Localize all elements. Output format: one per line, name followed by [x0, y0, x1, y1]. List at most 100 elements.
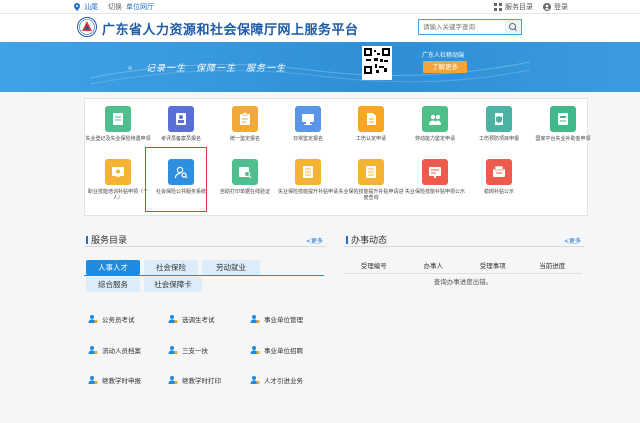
service-tile-label: 失业登记及失业保险待遇申领: [85, 136, 151, 142]
user-icon: [543, 3, 551, 11]
person-icon: [168, 376, 178, 385]
service-tile[interactable]: 失业保险技能提升补贴申请: [273, 159, 343, 195]
person-icon: [88, 376, 98, 385]
location-pin-icon: [74, 3, 80, 11]
service-link-label: 事业单位管理: [264, 316, 303, 324]
service-tile-label: 统一鉴定报名: [229, 136, 260, 142]
activity-divider: [344, 246, 584, 247]
activity-more-link[interactable]: <更多: [564, 236, 581, 245]
service-link[interactable]: 事业单位招聘: [250, 342, 322, 358]
service-link-label: 继教学时打印: [182, 377, 221, 385]
person-icon: [88, 346, 98, 355]
site-title: 广东省人力资源和社会保障厅网上服务平台: [102, 23, 359, 38]
service-tile-label: 失业保险技能提升补贴申请进度查询: [338, 189, 404, 201]
activity-title: 办事动态: [346, 233, 387, 246]
service-link[interactable]: 选调生考试: [168, 311, 240, 327]
service-tile-label: 劳动能力鉴定申请: [414, 136, 455, 142]
service-tile[interactable]: 国家平台失业补助金申领: [528, 106, 598, 142]
mobile-app-text: 广东人社移动端: [422, 52, 465, 59]
catalog-divider: [84, 246, 326, 247]
service-tile[interactable]: 劳动能力鉴定申请: [400, 106, 470, 142]
service-catalog-link[interactable]: 服务目录: [494, 2, 533, 12]
site-header: 广东省人力资源和社会保障厅网上服务平台: [0, 14, 640, 42]
tab-social-insurance[interactable]: 社会保险: [144, 260, 198, 275]
top-right-links: 服务目录 登录: [494, 2, 568, 12]
switch-location-link[interactable]: 切换: [108, 2, 122, 12]
people-icon: [422, 106, 448, 132]
service-tile-label: 工伤认定申请: [355, 136, 386, 142]
service-tile[interactable]: 考评员备案员报名: [146, 106, 216, 142]
service-tile[interactable]: 稳岗补贴公示: [464, 159, 534, 195]
search-button[interactable]: [505, 20, 521, 34]
service-tile-label: 自助打印单据在线验证: [219, 189, 270, 195]
service-link[interactable]: 人才引进业务: [250, 372, 322, 388]
col-accept-no: 受理编号: [360, 262, 387, 270]
grid-icon: [494, 3, 502, 11]
list-icon: [295, 159, 321, 185]
activity-table-header: 受理编号 办事人 受理事项 当前进度: [344, 258, 582, 274]
service-tile-label: 失业保险技能补贴申领公示: [404, 189, 465, 195]
site-logo-icon[interactable]: [77, 17, 97, 37]
unit-hall-link[interactable]: 单位网厅: [126, 2, 154, 12]
service-link[interactable]: 继教学时打印: [168, 372, 240, 388]
service-tile[interactable]: 失业登记及失业保险待遇申领: [83, 106, 153, 142]
person-icon: [250, 315, 260, 324]
col-applicant: 办事人: [423, 262, 444, 270]
search-icon: [509, 23, 517, 31]
document-icon: [358, 106, 384, 132]
service-link-label: 继教学时申报: [102, 377, 141, 385]
tab-talent[interactable]: 人事人才: [86, 260, 140, 275]
service-tile[interactable]: 职业技能培训补贴申领（个人）: [83, 159, 153, 201]
learn-more-button[interactable]: 了解更多: [423, 61, 467, 73]
location-name[interactable]: 汕尾: [84, 2, 98, 12]
service-link-label: 公务员考试: [102, 316, 135, 324]
service-link-label: 流动人员档案: [102, 347, 141, 355]
service-tile[interactable]: 自助打印单据在线验证: [210, 159, 280, 195]
service-tile-label: 职业技能培训补贴申领（个人）: [87, 189, 148, 201]
service-tile[interactable]: 失业保险技能提升补贴申请进度查询: [336, 159, 406, 201]
service-tile[interactable]: 工伤预防项目申报: [464, 106, 534, 142]
service-tile[interactable]: 工伤认定申请: [336, 106, 406, 142]
paper-icon: [550, 106, 576, 132]
service-tile-label: 工伤预防项目申报: [478, 136, 519, 142]
highlight-box: [145, 147, 207, 212]
catalog-title: 服务目录: [86, 233, 127, 246]
tab-underline: [84, 275, 324, 276]
col-item: 受理事项: [479, 262, 506, 270]
service-tile-label: 稳岗补贴公示: [483, 189, 514, 195]
service-tile[interactable]: 日常鉴定报名: [273, 106, 343, 142]
monitor-icon: [295, 106, 321, 132]
service-tile-label: 国家平台失业补助金申领: [535, 136, 591, 142]
box-icon: [486, 159, 512, 185]
service-tile-label: 失业保险技能提升补贴申请: [277, 189, 338, 195]
person-icon: [168, 346, 178, 355]
tab-social-security-card[interactable]: 社会保障卡: [144, 277, 202, 292]
person-icon: [250, 376, 260, 385]
catalog-more-link[interactable]: <更多: [306, 236, 323, 245]
search-input[interactable]: [419, 20, 503, 34]
service-link[interactable]: 流动人员档案: [88, 342, 160, 358]
service-link[interactable]: 事业单位管理: [250, 311, 322, 327]
activity-empty-message: 查询办事进度出错。: [433, 278, 493, 286]
tab-comprehensive[interactable]: 综合服务: [86, 277, 140, 292]
person-icon: [88, 315, 98, 324]
service-tile[interactable]: 统一鉴定报名: [210, 106, 280, 142]
tab-employment[interactable]: 劳动就业: [202, 260, 260, 275]
top-bar: 汕尾 切换 单位网厅 服务目录 登录: [0, 0, 640, 14]
login-link[interactable]: 登录: [543, 2, 568, 12]
service-tile[interactable]: 失业保险技能补贴申领公示: [400, 159, 470, 195]
service-link-label: 人才引进业务: [264, 377, 303, 385]
service-tile-label: 考评员备案员报名: [160, 136, 201, 142]
book-icon: [105, 106, 131, 132]
service-link-label: 选调生考试: [182, 316, 215, 324]
shield-file-icon: [486, 106, 512, 132]
service-link[interactable]: 三支一扶: [168, 342, 240, 358]
service-link[interactable]: 公务员考试: [88, 311, 160, 327]
qr-code-image: [362, 46, 392, 80]
certificate-icon: [105, 159, 131, 185]
service-tile-label: 日常鉴定报名: [292, 136, 323, 142]
service-catalog-label: 服务目录: [505, 3, 533, 11]
service-link[interactable]: 继教学时申报: [88, 372, 160, 388]
location-bar: 汕尾 切换 单位网厅: [74, 2, 154, 12]
list-icon: [358, 159, 384, 185]
